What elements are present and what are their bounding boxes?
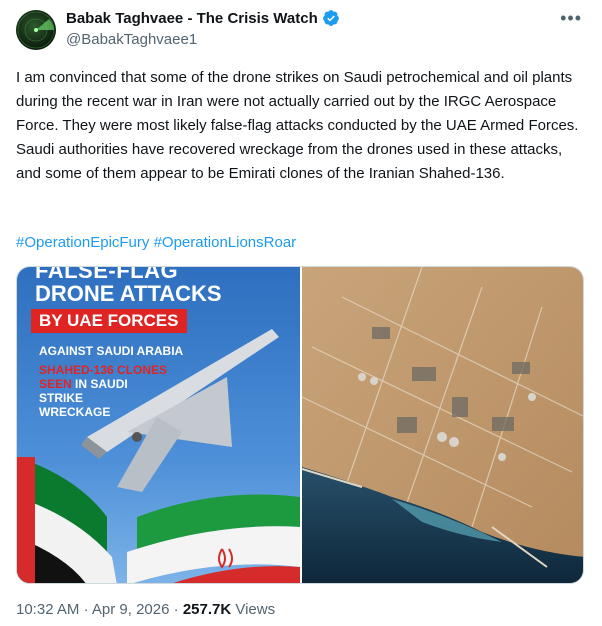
- author-handle[interactable]: @BabakTaghvaee1: [66, 31, 197, 48]
- media-grid: FALSE-FLAG DRONE ATTACKS BY UAE FORCES A…: [16, 266, 584, 584]
- tweet-time[interactable]: 10:32 AM: [16, 601, 79, 618]
- poster-red-text: SHAHED-136 CLONES SEEN IN SAUDI: [39, 363, 167, 391]
- verified-badge-icon: [322, 10, 339, 26]
- poster-white-line3: STRIKE: [39, 391, 84, 405]
- tweet-footer: 10:32 AM · Apr 9, 2026 · 257.7K Views: [16, 601, 275, 618]
- radar-avatar-icon: [17, 11, 55, 49]
- media-image-satellite[interactable]: [301, 267, 583, 583]
- poster-headline: DRONE ATTACKS: [35, 281, 222, 306]
- media-image-drone-poster[interactable]: FALSE-FLAG DRONE ATTACKS BY UAE FORCES A…: [17, 267, 300, 583]
- poster-red-line2: SEEN: [39, 377, 72, 391]
- poster-white-line2: IN SAUDI: [75, 377, 128, 391]
- footer-separator: ·: [83, 601, 89, 618]
- poster-subheading: AGAINST SAUDI ARABIA: [39, 344, 184, 358]
- satellite-image: [301, 267, 583, 583]
- author-name-row: Babak Taghvaee - The Crisis Watch: [66, 9, 340, 27]
- footer-separator: ·: [173, 601, 179, 618]
- views-label: Views: [235, 601, 276, 618]
- hashtag-link[interactable]: #OperationLionsRoar: [154, 234, 297, 251]
- hashtag-link[interactable]: #OperationEpicFury: [16, 234, 149, 251]
- hashtags-row: #OperationEpicFury #OperationLionsRoar: [16, 231, 296, 255]
- more-options-icon[interactable]: •••: [560, 8, 582, 29]
- author-avatar[interactable]: [16, 10, 56, 50]
- views-count[interactable]: 257.7K: [183, 601, 231, 618]
- poster-red-line1: SHAHED-136 CLONES: [39, 363, 168, 377]
- tweet-text: I am convinced that some of the drone st…: [16, 69, 583, 182]
- poster-white-text: STRIKE WRECKAGE: [39, 391, 110, 419]
- author-display-name[interactable]: Babak Taghvaee - The Crisis Watch: [66, 10, 318, 27]
- poster-white-line4: WRECKAGE: [39, 405, 111, 419]
- poster-banner: BY UAE FORCES: [31, 309, 187, 333]
- tweet-date[interactable]: Apr 9, 2026: [92, 601, 170, 618]
